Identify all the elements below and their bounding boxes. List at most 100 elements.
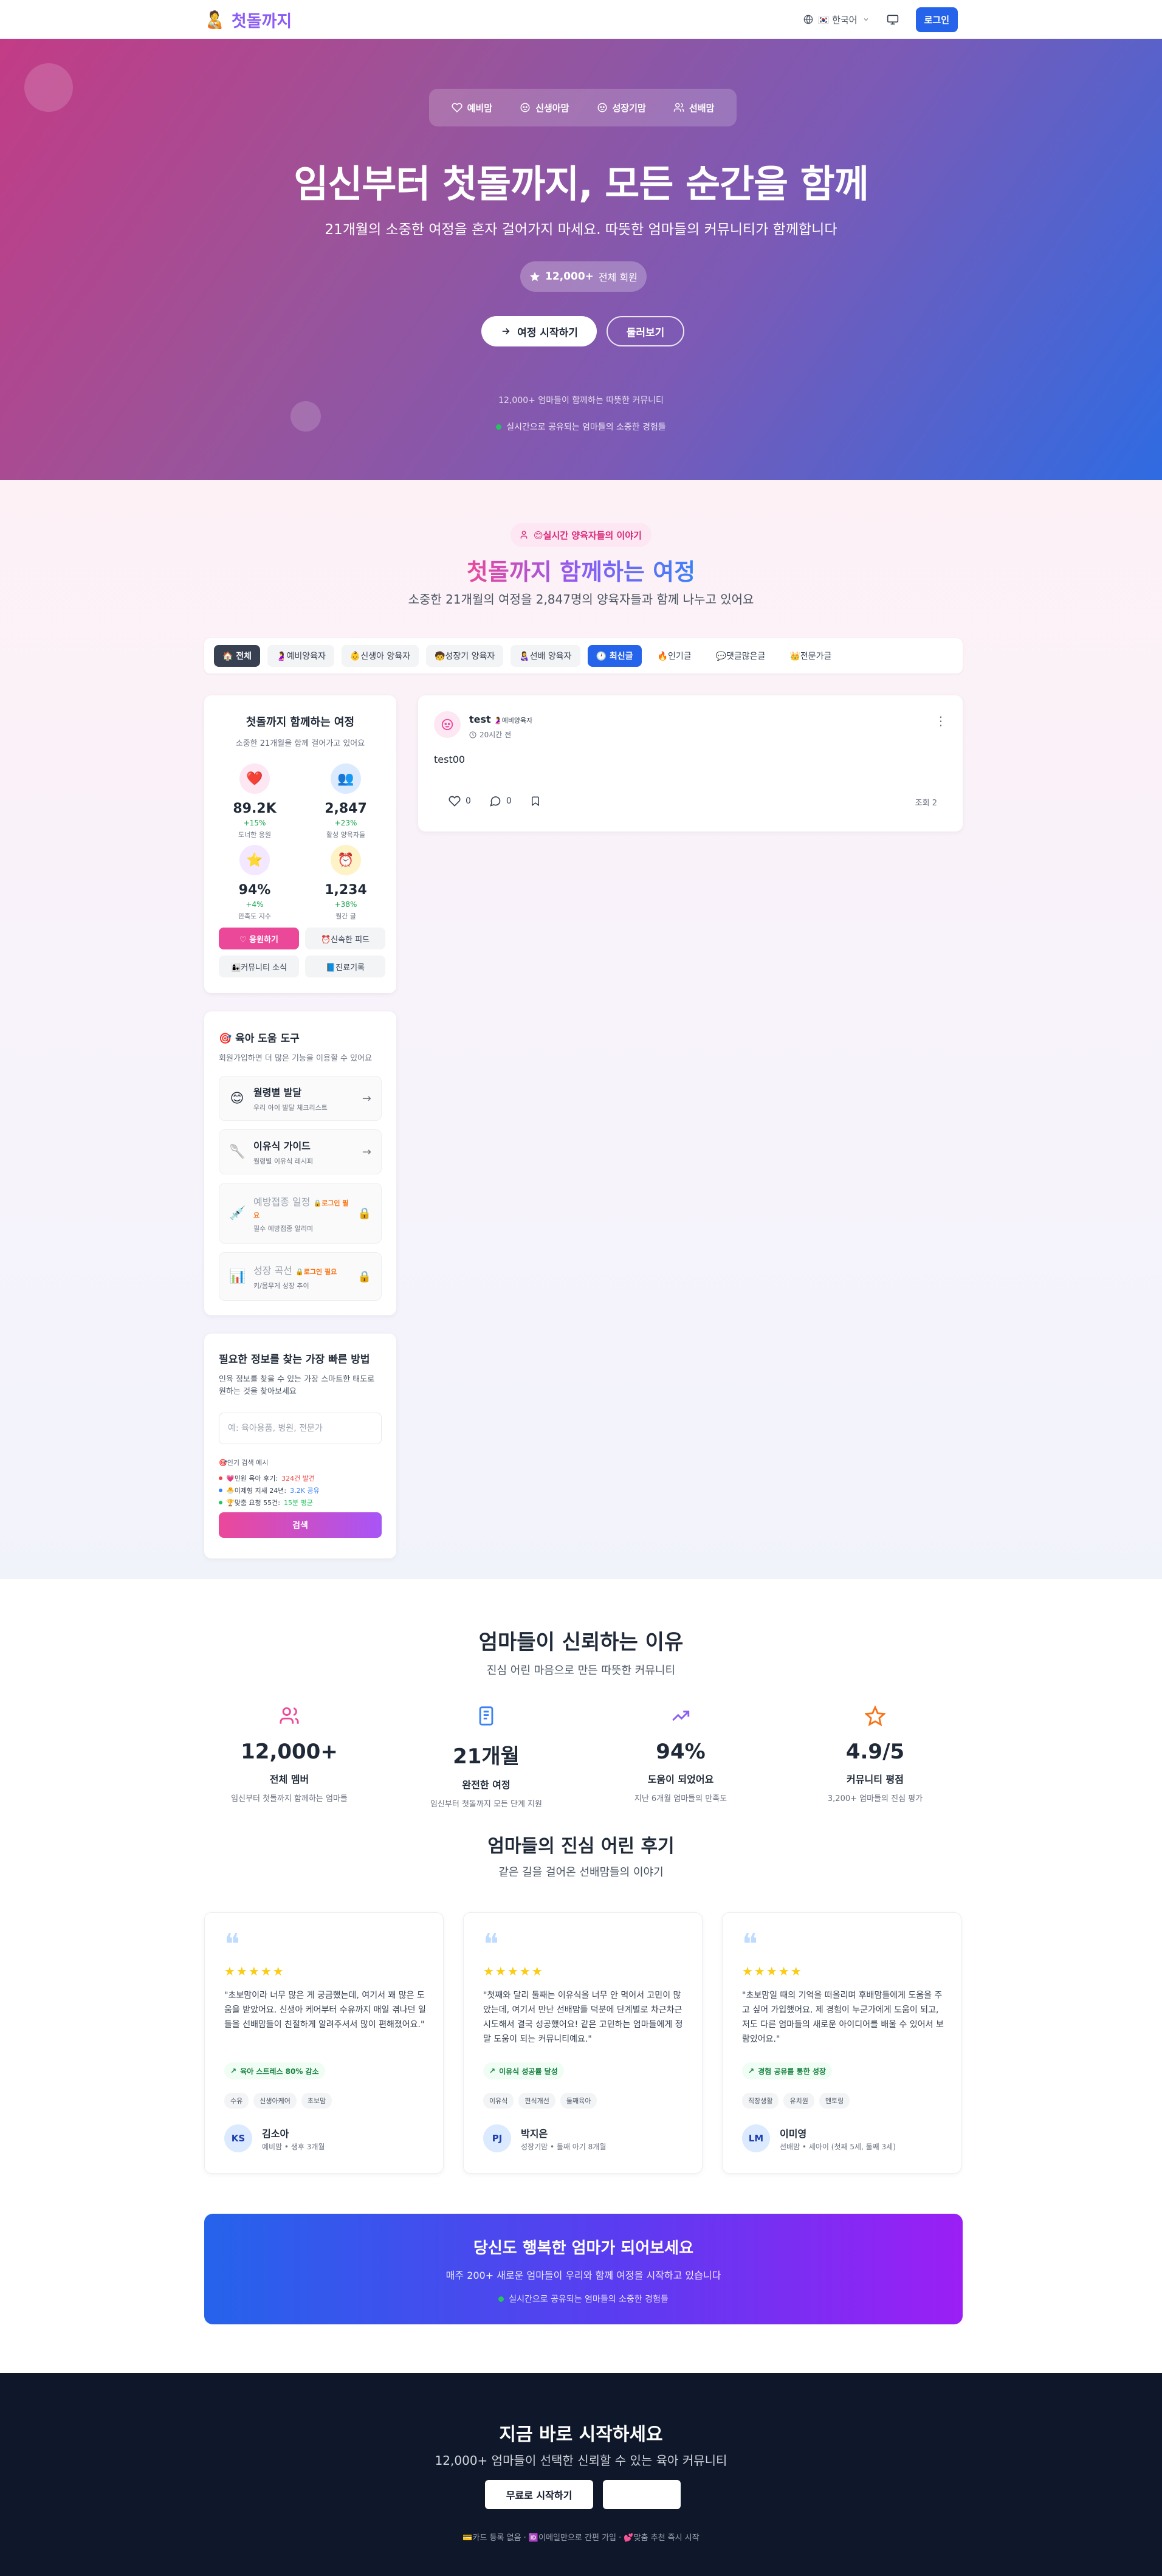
popular-text: 💗민원 육아 후기: [226, 1475, 278, 1483]
syringe-icon: 💉 [229, 1205, 246, 1221]
review-text: "초보맘이라 너무 많은 게 궁금했는데, 여기서 꽤 많은 도움을 받았어요.… [224, 1991, 426, 2030]
tab-label: 선배맘 [689, 102, 715, 114]
trust-stat-journey: 21개월 완전한 여정 임신부터 첫돌까지 모든 단계 지원 [401, 1706, 571, 1809]
stat-active-parents: 👥 2,847 +23% 활성 양육자들 [300, 763, 391, 839]
filter-senior[interactable]: 👩‍🍼선배 양육자 [511, 645, 580, 667]
post-body: test00 [434, 754, 466, 765]
trust-value: 94% [656, 1740, 706, 1764]
stat-value: 1,234 [325, 883, 367, 898]
tab-label: 예비맘 [467, 102, 492, 114]
review-text: "첫째와 달리 둘째는 이유식을 너무 안 먹어서 고민이 많았는데, 여기서 … [483, 1991, 683, 2044]
bookmark-button[interactable] [530, 795, 541, 807]
stat-label: 도너한 응원 [238, 831, 272, 839]
hero-live-indicator: 실시간으로 공유되는 엄마들의 소중한 경험들 [0, 421, 1162, 433]
review-tag: 둘째육아 [560, 2093, 597, 2109]
star-icon: ⭐ [239, 845, 270, 875]
quick-feed-button[interactable]: ⏰신속한 피드 [305, 928, 385, 949]
tab-newborn-mom[interactable]: 신생아맘 [520, 102, 569, 114]
popular-search-item[interactable]: 🏆맞춤 요청 55건: 15분 평균 [219, 1498, 313, 1507]
stat-value: 94% [238, 883, 271, 898]
journey-stats-card: 첫돌까지 함께하는 여정 소중한 21개월을 함께 걸어가고 있어요 ❤️ 89… [204, 695, 396, 993]
comment-button[interactable]: 0 [489, 795, 512, 807]
brand-logo[interactable]: 🧑‍🍼 첫돌까지 [204, 8, 292, 32]
popular-count: 3.2K 공유 [290, 1487, 320, 1495]
tool-desc: 필수 예방접종 알리미 [253, 1224, 314, 1233]
community-news-button[interactable]: 👩‍👧커뮤니티 소식 [219, 956, 299, 977]
language-select[interactable]: 🇰🇷 한국어 [803, 13, 870, 26]
tool-growth-curve[interactable]: 📊 성장 곡선 🔒로그인 필요 키/몸무게 성장 추이 🔒 [219, 1252, 382, 1301]
hero-section: 예비맘 신생아맘 성장기맘 선배맘 임신부터 첫돌까지, 모든 순간을 함께 2… [0, 39, 1162, 480]
tab-senior-mom[interactable]: 선배맘 [673, 102, 714, 114]
trust-desc: 임신부터 첫돌까지 함께하는 엄마들 [231, 1794, 348, 1803]
stats-title: 첫돌까지 함께하는 여정 [246, 716, 355, 729]
medical-record-button[interactable]: 📘진료기록 [305, 956, 385, 977]
trust-desc: 임신부터 첫돌까지 모든 단계 지원 [430, 1800, 542, 1809]
tools-subtitle: 회원가입하면 더 많은 기능을 이용할 수 있어요 [219, 1054, 373, 1063]
post-role-tag: 🤰예비양육자 [493, 717, 533, 725]
filter-expecting[interactable]: 🤰예비양육자 [267, 645, 334, 667]
tool-vaccination[interactable]: 💉 예방접종 일정 🔒로그인 필요 필수 예방접종 알리미 🔒 [219, 1183, 382, 1244]
review-tag: 직장생활 [742, 2093, 779, 2109]
globe-icon [803, 15, 813, 24]
filter-all[interactable]: 🏠 전체 [214, 645, 261, 667]
tab-expecting-mom[interactable]: 예비맘 [452, 102, 492, 114]
book-icon [479, 1706, 493, 1726]
tool-name-text: 성장 곡선 [253, 1265, 292, 1276]
rating-stars: ★★★★★ [224, 1964, 285, 1978]
review-tag: 멘토링 [819, 2093, 850, 2109]
filter-growing[interactable]: 🧒성장기 양육자 [426, 645, 504, 667]
start-journey-button[interactable]: 여정 시작하기 [481, 316, 597, 346]
stat-label: 활성 양육자들 [326, 831, 366, 839]
hero-title: 임신부터 첫돌까지, 모든 순간을 함께 [294, 162, 869, 206]
lock-icon: 🔒 [357, 1207, 371, 1220]
tool-development[interactable]: 😊 월령별 발달 우리 아이 발달 체크리스트 → [219, 1076, 382, 1121]
sort-popular[interactable]: 🔥인기글 [649, 645, 700, 667]
stat-value: 2,847 [325, 801, 367, 816]
more-options-icon[interactable]: ⋮ [935, 714, 947, 728]
sort-latest[interactable]: 🕐 최신글 [587, 645, 642, 667]
brand-name: 첫돌까지 [231, 12, 292, 31]
bullet-dot [219, 1501, 222, 1504]
arrow-right-icon: → [362, 1145, 371, 1159]
free-start-button[interactable]: 무료로 시작하기 [485, 2480, 593, 2509]
popular-search-item[interactable]: 💗민원 육아 후기: 324건 발견 [219, 1473, 315, 1483]
post-timestamp: 20시간 전 [469, 729, 511, 740]
reviews-subtitle: 같은 길을 걸어온 선배맘들의 이야기 [498, 1866, 664, 1879]
live-dot [496, 424, 502, 430]
tool-baby-food[interactable]: 🥄 이유식 가이드 월령별 이유식 레시피 → [219, 1129, 382, 1174]
cheer-button[interactable]: ♡ 응원하기 [219, 928, 299, 949]
arrow-right-icon [502, 328, 510, 335]
review-tags: 수유 신생아케어 초보맘 [224, 2093, 332, 2109]
post-card[interactable]: test 🤰예비양육자 20시간 전 ⋮ test00 0 0 조회 2 [418, 695, 963, 832]
trust-stat-members: 12,000+ 전체 멤버 임신부터 첫돌까지 함께하는 엄마들 [204, 1706, 374, 1803]
like-button[interactable]: 0 [449, 795, 471, 807]
filter-newborn[interactable]: 👶신생아 양육자 [341, 645, 419, 667]
post-author[interactable]: test [469, 714, 491, 725]
avatar[interactable] [434, 711, 461, 738]
sort-most-comments[interactable]: 💬댓글많은글 [707, 645, 774, 667]
browse-button[interactable]: 둘러보기 [607, 316, 684, 346]
badge-text: 😊실시간 양육자들의 이야기 [534, 529, 642, 541]
stat-change: +15% [243, 819, 266, 827]
tab-growing-mom[interactable]: 성장기맘 [597, 102, 646, 114]
star-icon [865, 1706, 885, 1726]
search-input[interactable] [219, 1413, 382, 1444]
popular-text: 🏆맞춤 요청 55건: [226, 1499, 280, 1507]
comment-icon [490, 796, 501, 807]
popular-searches-heading: 🎯인기 검색 예시 [219, 1459, 269, 1467]
hero-note: 12,000+ 엄마들이 함께하는 따뜻한 커뮤니티 [498, 396, 664, 405]
chevron-down-icon [864, 18, 868, 21]
monitor-icon[interactable] [887, 13, 899, 26]
rating-stars: ★★★★★ [742, 1964, 803, 1978]
trust-title: 엄마들이 신뢰하는 이유 [478, 1630, 684, 1655]
search-button[interactable]: 검색 [219, 1512, 382, 1538]
popular-search-item[interactable]: 🐣이제형 지새 24년: 3.2K 공유 [219, 1486, 320, 1495]
star-icon [530, 272, 540, 281]
search-title: 필요한 정보를 찾는 가장 빠른 방법 [219, 1354, 370, 1366]
login-button[interactable]: 로그인 [915, 7, 958, 32]
sort-expert[interactable]: 👑전문가글 [781, 645, 840, 667]
tool-desc: 월령별 이유식 레시피 [253, 1157, 314, 1165]
secondary-button[interactable] [603, 2480, 681, 2509]
footer-note: 💳카드 등록 없음 · 🆔이메일만으로 간편 가입 · 💕맞춤 추천 즉시 시작 [462, 2533, 700, 2543]
trust-value: 12,000+ [241, 1740, 338, 1764]
